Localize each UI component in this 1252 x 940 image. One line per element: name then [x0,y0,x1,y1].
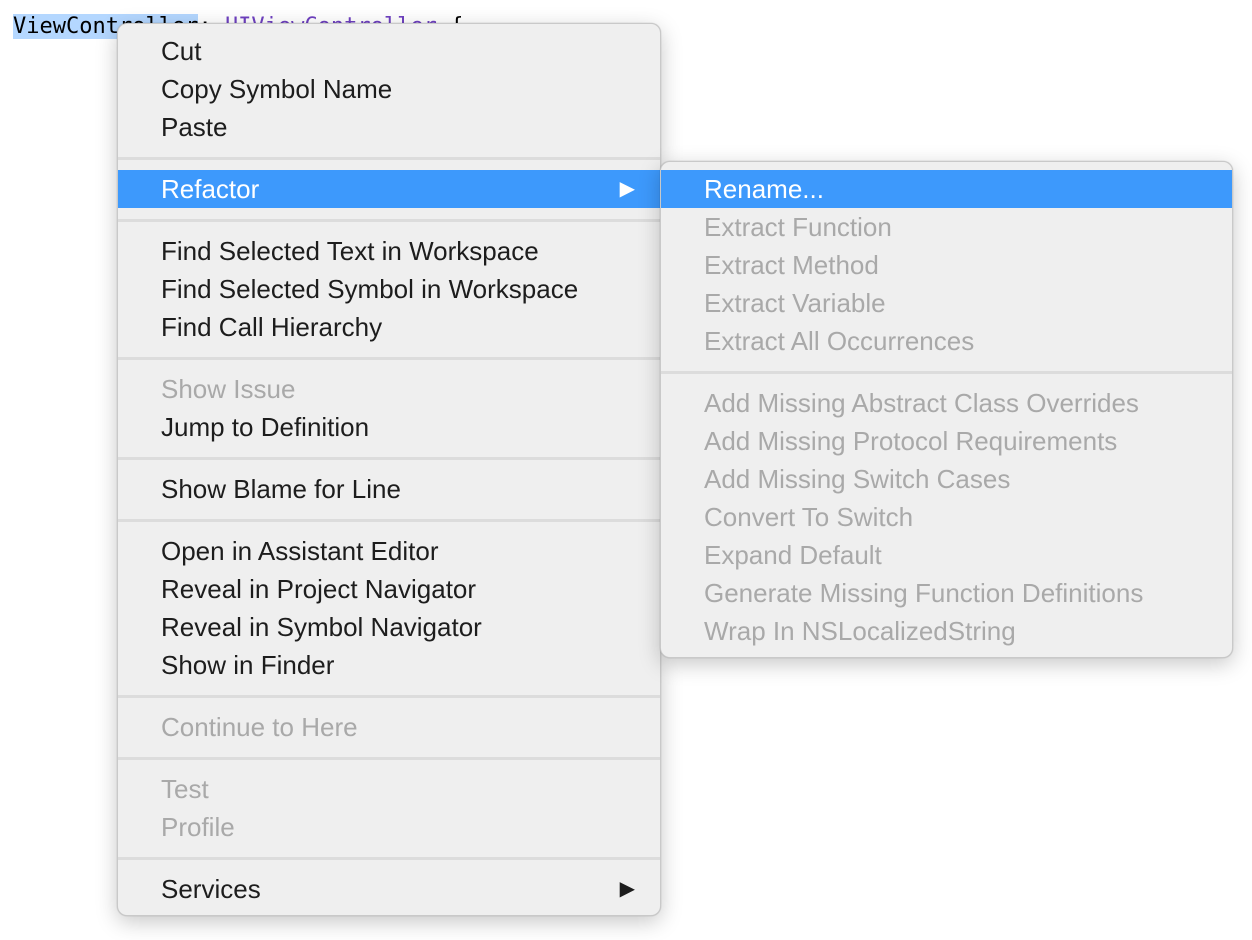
menu-separator [118,519,660,522]
submenu-item-convert-to-switch: Convert To Switch [661,498,1232,536]
menu-item-services[interactable]: Services ▶ [118,870,660,908]
menu-item-label: Find Selected Text in Workspace [161,236,539,266]
submenu-item-add-missing-protocol-requirements: Add Missing Protocol Requirements [661,422,1232,460]
submenu-item-extract-variable: Extract Variable [661,284,1232,322]
menu-item-label: Show Issue [161,374,296,404]
menu-separator [118,457,660,460]
menu-item-label: Expand Default [704,540,882,570]
menu-item-find-call-hierarchy[interactable]: Find Call Hierarchy [118,308,660,346]
menu-item-copy-symbol-name[interactable]: Copy Symbol Name [118,70,660,108]
refactor-submenu: Rename... Extract Function Extract Method E… [660,161,1233,658]
menu-item-label: Wrap In NSLocalizedString [704,616,1016,646]
menu-item-label: Add Missing Abstract Class Overrides [704,388,1139,418]
menu-item-reveal-in-symbol-navigator[interactable]: Reveal in Symbol Navigator [118,608,660,646]
menu-item-label: Open in Assistant Editor [161,536,439,566]
submenu-item-extract-function: Extract Function [661,208,1232,246]
menu-item-label: Extract Variable [704,288,886,318]
menu-item-show-blame-for-line[interactable]: Show Blame for Line [118,470,660,508]
menu-item-label: Rename... [704,174,824,204]
submenu-arrow-icon: ▶ [619,878,635,900]
menu-item-continue-to-here: Continue to Here [118,708,660,746]
menu-separator [661,371,1232,374]
menu-item-label: Extract Function [704,212,892,242]
menu-item-label: Refactor [161,174,260,204]
menu-item-label: Find Call Hierarchy [161,312,383,342]
menu-item-label: Services [161,874,261,904]
menu-separator [118,357,660,360]
menu-item-label: Add Missing Switch Cases [704,464,1011,494]
submenu-item-extract-method: Extract Method [661,246,1232,284]
menu-item-label: Show in Finder [161,650,335,680]
submenu-item-expand-default: Expand Default [661,536,1232,574]
menu-item-label: Convert To Switch [704,502,914,532]
menu-item-find-selected-text-in-workspace[interactable]: Find Selected Text in Workspace [118,232,660,270]
menu-item-label: Cut [161,36,202,66]
menu-separator [118,857,660,860]
menu-item-label: Paste [161,112,228,142]
menu-item-show-issue: Show Issue [118,370,660,408]
menu-item-label: Extract Method [704,250,879,280]
submenu-item-wrap-in-nslocalizedstring: Wrap In NSLocalizedString [661,612,1232,650]
submenu-item-add-missing-switch-cases: Add Missing Switch Cases [661,460,1232,498]
menu-item-label: Add Missing Protocol Requirements [704,426,1118,456]
menu-item-test: Test [118,770,660,808]
menu-item-label: Copy Symbol Name [161,74,393,104]
submenu-item-generate-missing-function-definitions: Generate Missing Function Definitions [661,574,1232,612]
submenu-item-rename[interactable]: Rename... [661,170,1232,208]
menu-item-cut[interactable]: Cut [118,32,660,70]
menu-separator [118,219,660,222]
submenu-item-extract-all-occurrences: Extract All Occurrences [661,322,1232,360]
menu-item-paste[interactable]: Paste [118,108,660,146]
submenu-item-add-missing-abstract-class-overrides: Add Missing Abstract Class Overrides [661,384,1232,422]
context-menu: Cut Copy Symbol Name Paste Refactor ▶ Find Se… [117,23,661,916]
menu-item-label: Reveal in Symbol Navigator [161,612,482,642]
menu-item-label: Test [161,774,209,804]
menu-item-open-in-assistant-editor[interactable]: Open in Assistant Editor [118,532,660,570]
menu-item-jump-to-definition[interactable]: Jump to Definition [118,408,660,446]
menu-item-label: Jump to Definition [161,412,370,442]
menu-item-refactor[interactable]: Refactor ▶ [118,170,660,208]
submenu-arrow-icon: ▶ [619,178,635,200]
menu-item-label: Reveal in Project Navigator [161,574,477,604]
menu-item-label: Generate Missing Function Definitions [704,578,1144,608]
menu-item-profile: Profile [118,808,660,846]
menu-item-label: Show Blame for Line [161,474,401,504]
menu-separator [118,695,660,698]
menu-item-reveal-in-project-navigator[interactable]: Reveal in Project Navigator [118,570,660,608]
menu-item-label: Profile [161,812,235,842]
menu-item-find-selected-symbol-in-workspace[interactable]: Find Selected Symbol in Workspace [118,270,660,308]
menu-separator [118,157,660,160]
menu-separator [118,757,660,760]
menu-item-show-in-finder[interactable]: Show in Finder [118,646,660,684]
menu-item-label: Continue to Here [161,712,358,742]
menu-item-label: Find Selected Symbol in Workspace [161,274,579,304]
menu-item-label: Extract All Occurrences [704,326,975,356]
